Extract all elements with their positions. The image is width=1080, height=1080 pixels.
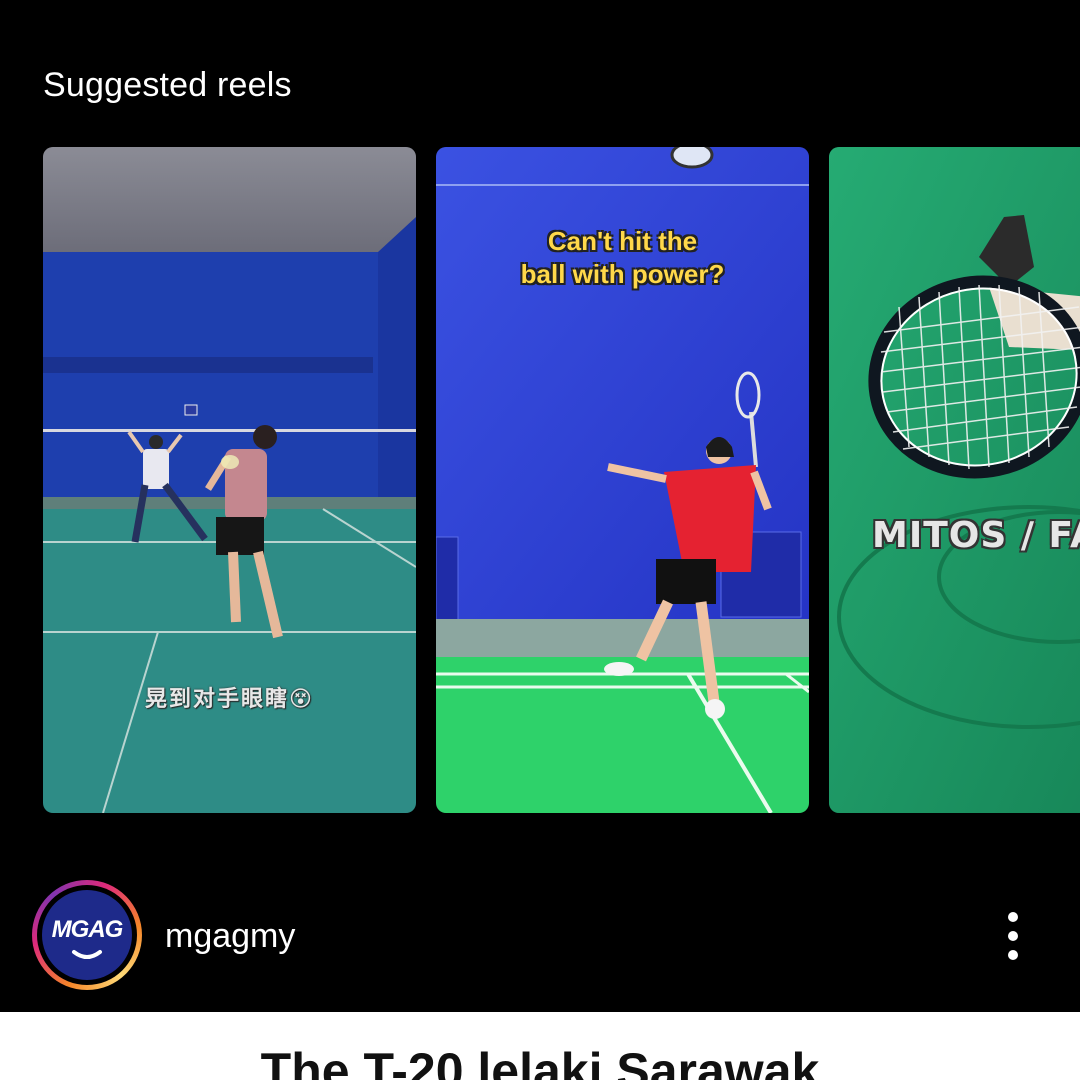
story-ring[interactable]: MGAG xyxy=(32,880,142,990)
reel-thumbnail-3 xyxy=(829,147,1080,813)
reel-card-3[interactable]: MITOS / FA xyxy=(829,147,1080,813)
post-header: MGAG mgagmy xyxy=(0,870,1080,1000)
reel-caption-1: 晃到对手眼瞎😵 xyxy=(145,686,314,711)
vertical-ellipsis-icon xyxy=(1008,912,1018,922)
reel-card-1[interactable]: 晃到对手眼瞎😵 xyxy=(43,147,416,813)
more-options-button[interactable] xyxy=(994,908,1034,964)
post-media[interactable]: The T-20 lelaki Sarawak xyxy=(0,1012,1080,1080)
smile-icon xyxy=(72,950,102,959)
avatar: MGAG xyxy=(42,890,132,980)
reel-caption-2: Can't hit the ball with power? xyxy=(520,226,725,289)
post-headline: The T-20 lelaki Sarawak xyxy=(260,1043,820,1080)
section-title: Suggested reels xyxy=(43,66,292,104)
feed-page: Suggested reels 晃到对手眼瞎😵 Can't hit the ba… xyxy=(0,0,1080,1080)
reel-caption-3: MITOS / FA xyxy=(872,515,1080,556)
reel-thumbnail-1 xyxy=(43,147,416,813)
reel-card-2[interactable]: Can't hit the ball with power? xyxy=(436,147,809,813)
username-link[interactable]: mgagmy xyxy=(165,917,295,956)
